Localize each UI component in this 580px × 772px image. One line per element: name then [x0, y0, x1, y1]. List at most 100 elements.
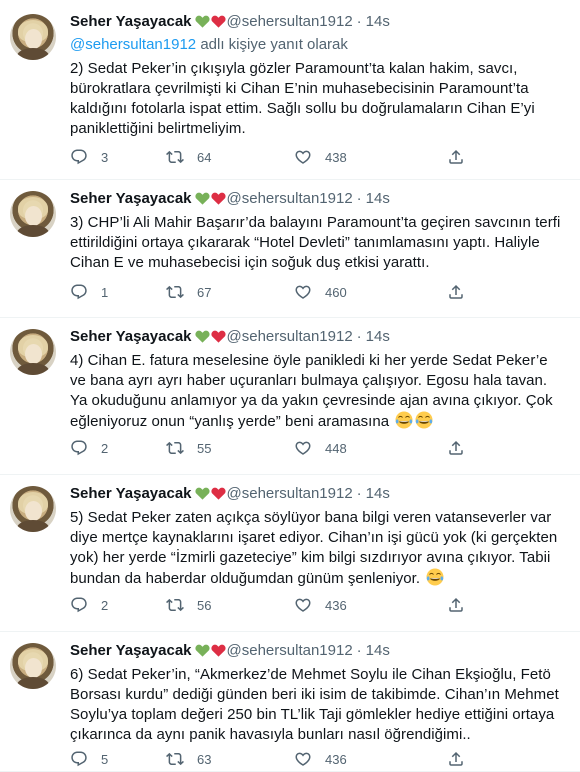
tweet-thread: Seher Yaşayacak @sehersultan1912 · 14s @…: [0, 0, 580, 772]
share-button[interactable]: [447, 281, 477, 303]
retweet-count: 55: [197, 440, 212, 456]
retweet-icon: [166, 596, 184, 614]
like-icon: [294, 750, 312, 768]
avatar[interactable]: [10, 486, 56, 532]
reply-button[interactable]: 5: [70, 748, 166, 770]
reply-to-handle[interactable]: @sehersultan1912: [70, 36, 196, 53]
reply-icon: [70, 439, 88, 457]
share-button[interactable]: [447, 437, 477, 459]
share-icon: [447, 283, 465, 301]
tweet-actions: 2 56 436: [70, 594, 566, 616]
display-name[interactable]: Seher Yaşayacak: [70, 13, 192, 30]
tweet[interactable]: Seher Yaşayacak @sehersultan1912 · 14s 6…: [0, 632, 580, 772]
share-button[interactable]: [447, 748, 477, 770]
avatar[interactable]: [10, 329, 56, 375]
tweet[interactable]: Seher Yaşayacak @sehersultan1912 · 14s 5…: [0, 475, 580, 632]
timestamp[interactable]: 14s: [366, 642, 390, 659]
retweet-count: 64: [197, 149, 212, 165]
face-with-tears-of-joy-icon: [426, 568, 444, 586]
tweet-header: Seher Yaşayacak @sehersultan1912 · 14s: [70, 188, 566, 208]
avatar[interactable]: [10, 14, 56, 60]
share-icon: [447, 750, 465, 768]
share-icon: [447, 148, 465, 166]
retweet-button[interactable]: 67: [166, 281, 294, 303]
retweet-count: 63: [197, 751, 212, 767]
reply-icon: [70, 283, 88, 301]
green-heart-icon: [194, 14, 210, 29]
separator-dot: ·: [356, 189, 362, 207]
timestamp[interactable]: 14s: [366, 485, 390, 502]
like-button[interactable]: 436: [294, 748, 447, 770]
reply-count: 3: [101, 149, 109, 165]
timestamp[interactable]: 14s: [366, 13, 390, 30]
retweet-button[interactable]: 64: [166, 146, 294, 168]
share-button[interactable]: [447, 594, 477, 616]
retweet-icon: [166, 439, 184, 457]
tweet-header: Seher Yaşayacak @sehersultan1912 · 14s: [70, 11, 566, 31]
reply-count: 2: [101, 440, 109, 456]
tweet-text: 4) Cihan E. fatura meselesine öyle panik…: [70, 351, 566, 432]
avatar[interactable]: [10, 643, 56, 689]
username[interactable]: @sehersultan1912: [227, 485, 353, 502]
tweet-content: Seher Yaşayacak @sehersultan1912 · 14s 3…: [70, 188, 566, 273]
tweet-actions: 2 55 448: [70, 437, 566, 459]
reply-button[interactable]: 1: [70, 281, 166, 303]
tweet[interactable]: Seher Yaşayacak @sehersultan1912 · 14s 3…: [0, 180, 580, 318]
like-button[interactable]: 448: [294, 437, 447, 459]
face-with-tears-of-joy-icon: [415, 411, 433, 429]
tweet-text: 3) CHP’li Ali Mahir Başarır’da balayını …: [70, 214, 561, 271]
like-button[interactable]: 460: [294, 281, 447, 303]
like-count: 448: [325, 440, 347, 456]
like-icon: [294, 439, 312, 457]
like-button[interactable]: 436: [294, 594, 447, 616]
retweet-button[interactable]: 56: [166, 594, 294, 616]
display-name[interactable]: Seher Yaşayacak: [70, 190, 192, 207]
timestamp[interactable]: 14s: [366, 328, 390, 345]
tweet-header: Seher Yaşayacak @sehersultan1912 · 14s: [70, 640, 566, 660]
share-icon: [447, 439, 465, 457]
tweet-content: Seher Yaşayacak @sehersultan1912 · 14s 5…: [70, 483, 566, 589]
green-heart-icon: [194, 329, 210, 344]
retweet-button[interactable]: 63: [166, 748, 294, 770]
like-icon: [294, 148, 312, 166]
tweet[interactable]: Seher Yaşayacak @sehersultan1912 · 14s @…: [0, 0, 580, 180]
tweet-content: Seher Yaşayacak @sehersultan1912 · 14s 4…: [70, 326, 566, 432]
reply-button[interactable]: 2: [70, 437, 166, 459]
red-heart-icon: [210, 486, 226, 501]
display-name[interactable]: Seher Yaşayacak: [70, 328, 192, 345]
tweet[interactable]: Seher Yaşayacak @sehersultan1912 · 14s 4…: [0, 318, 580, 475]
username[interactable]: @sehersultan1912: [227, 328, 353, 345]
avatar[interactable]: [10, 191, 56, 237]
reply-context: @sehersultan1912 adlı kişiye yanıt olara…: [70, 36, 566, 55]
separator-dot: ·: [356, 12, 362, 30]
display-name[interactable]: Seher Yaşayacak: [70, 485, 192, 502]
like-count: 436: [325, 751, 347, 767]
display-name[interactable]: Seher Yaşayacak: [70, 642, 192, 659]
red-heart-icon: [210, 329, 226, 344]
tweet-text-body: 5) Sedat Peker zaten açıkça söylüyor ban…: [70, 509, 558, 587]
red-heart-icon: [210, 14, 226, 29]
share-button[interactable]: [447, 146, 477, 168]
like-button[interactable]: 438: [294, 146, 447, 168]
like-count: 438: [325, 149, 347, 165]
tweet-header: Seher Yaşayacak @sehersultan1912 · 14s: [70, 326, 566, 346]
retweet-button[interactable]: 55: [166, 437, 294, 459]
username[interactable]: @sehersultan1912: [227, 190, 353, 207]
red-heart-icon: [210, 643, 226, 658]
reply-count: 2: [101, 597, 109, 613]
username[interactable]: @sehersultan1912: [227, 642, 353, 659]
reply-icon: [70, 148, 88, 166]
tweet-actions: 1 67 460: [70, 281, 566, 303]
reply-icon: [70, 596, 88, 614]
timestamp[interactable]: 14s: [366, 190, 390, 207]
username[interactable]: @sehersultan1912: [227, 13, 353, 30]
share-icon: [447, 596, 465, 614]
separator-dot: ·: [356, 327, 362, 345]
reply-button[interactable]: 3: [70, 146, 166, 168]
tweet-actions: 3 64 438: [70, 146, 566, 168]
green-heart-icon: [194, 486, 210, 501]
separator-dot: ·: [356, 641, 362, 659]
reply-icon: [70, 750, 88, 768]
reply-button[interactable]: 2: [70, 594, 166, 616]
green-heart-icon: [194, 191, 210, 206]
